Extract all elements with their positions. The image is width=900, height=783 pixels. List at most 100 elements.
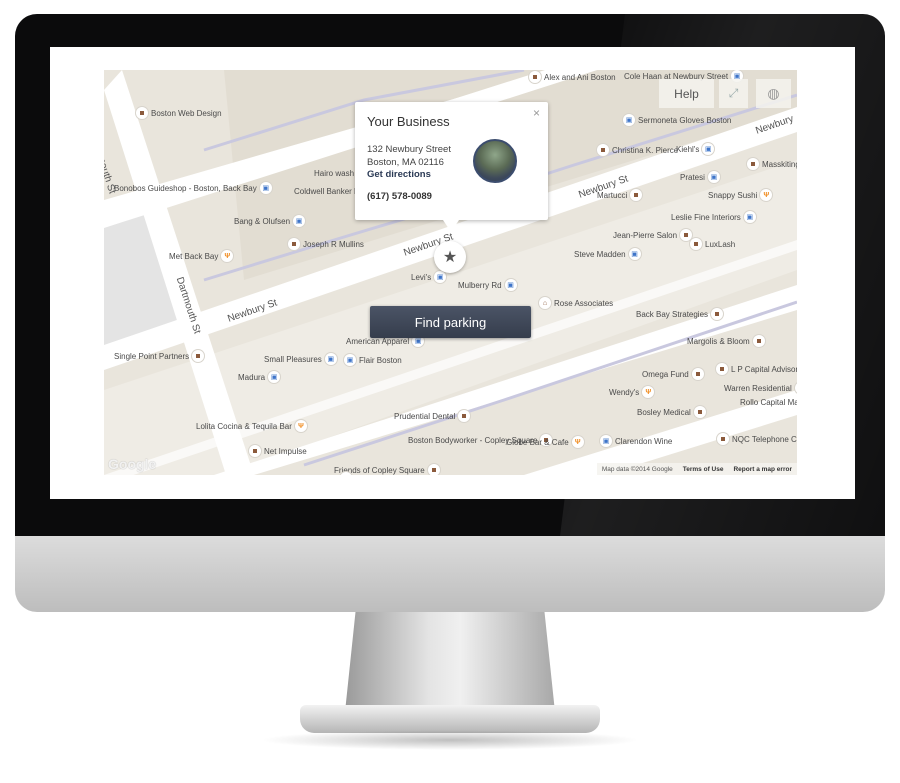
poi-generic[interactable]: Prudential Dental — [394, 410, 471, 422]
help-button[interactable]: Help — [659, 79, 714, 108]
generic-pin-icon — [711, 308, 724, 320]
poi-label: Snappy Sushi — [708, 190, 758, 200]
poi-generic[interactable]: Single Point Partners — [114, 350, 205, 362]
poi-label: Met Back Bay — [169, 251, 219, 261]
poi-generic[interactable]: L P Capital Advisors — [716, 363, 797, 375]
poi-shop[interactable]: ▣ Leslie Fine Interiors — [671, 211, 756, 223]
poi-shop[interactable]: ▣ Steve Madden — [574, 248, 641, 260]
shop-pin-icon: ▣ — [702, 143, 715, 155]
poi-label: Sermoneta Gloves Boston — [638, 115, 732, 125]
poi-label: Prudential Dental — [394, 411, 456, 421]
poi-shop[interactable]: ▣ Small Pleasures — [264, 353, 337, 365]
map-view[interactable]: Dartmouth St Dartmouth St Newbury St New… — [104, 70, 797, 475]
poi-museum[interactable]: ⌂ Rose Associates — [539, 297, 613, 309]
poi-shop[interactable]: ▣ Clarendon Wine — [600, 435, 672, 447]
poi-food[interactable]: Ψ Wendy's — [609, 386, 655, 398]
shop-pin-icon: ▣ — [628, 248, 641, 260]
food-pin-icon: Ψ — [221, 250, 234, 262]
poi-shop[interactable]: ▣ Sermoneta Gloves Boston — [623, 114, 731, 126]
poi-label: Net Impulse — [264, 446, 307, 456]
poi-generic[interactable]: Masskiting — [747, 158, 797, 170]
business-marker-star-icon[interactable]: ★ — [434, 241, 466, 273]
poi-generic[interactable]: Alex and Ani Boston — [529, 71, 616, 83]
terms-of-use-link[interactable]: Terms of Use — [683, 466, 724, 473]
poi-label: Bosley Medical — [637, 407, 691, 417]
poi-generic[interactable]: Margolis & Bloom — [687, 335, 765, 347]
report-map-error-link[interactable]: Report a map error — [733, 466, 792, 473]
poi-generic[interactable]: Christina K. Pierce — [597, 144, 678, 156]
info-window: Your Business × 132 Newbury Street Bosto… — [355, 102, 548, 232]
poi-shop[interactable]: ▣ Levi's — [411, 271, 447, 283]
poi-label: Lolita Cocina & Tequila Bar — [196, 421, 292, 431]
find-parking-button[interactable]: Find parking — [370, 306, 531, 338]
poi-shop[interactable]: ▣ Pratesi — [680, 171, 720, 183]
close-icon[interactable]: × — [533, 106, 540, 120]
generic-pin-icon — [597, 144, 609, 156]
poi-label: L P Capital Advisors — [731, 364, 797, 374]
poi-shop[interactable]: ▣ Kiehl's — [676, 143, 715, 155]
poi-generic[interactable]: Aurum Internet — [284, 472, 352, 475]
poi-label: Bang & Olufsen — [234, 216, 291, 226]
poi-generic[interactable]: Boston Web Design — [136, 107, 222, 119]
poi-generic[interactable]: Warren Residential — [724, 382, 797, 394]
generic-pin-icon — [693, 406, 706, 418]
globe-icon[interactable]: ◍ — [756, 79, 791, 108]
poi-shop[interactable]: ▣ Madura — [238, 371, 281, 383]
address-line-2: Boston, MA 02116 — [367, 157, 444, 168]
poi-label: LuxLash — [705, 239, 736, 249]
poi-label: Kiehl's — [676, 144, 700, 154]
poi-generic[interactable]: Jean-Pierre Salon — [613, 229, 693, 241]
poi-generic[interactable]: Omega Fund — [642, 368, 704, 380]
poi-label: Single Point Partners — [114, 351, 190, 361]
poi-label: Pratesi — [680, 172, 705, 182]
shop-pin-icon: ▣ — [707, 171, 720, 183]
google-logo: Google — [108, 456, 157, 472]
poi-generic[interactable]: Back Bay Strategies — [636, 308, 724, 320]
address-line-1: 132 Newbury Street — [367, 144, 451, 155]
generic-pin-icon — [249, 445, 261, 457]
poi-shop[interactable]: ▣ Bang & Olufsen — [234, 215, 306, 227]
poi-label: Alex and Ani Boston — [544, 72, 616, 82]
poi-label: NQC Telephone Center — [732, 434, 797, 444]
poi-generic[interactable]: Bosley Medical — [637, 406, 706, 418]
shop-pin-icon: ▣ — [743, 211, 756, 223]
generic-pin-icon — [716, 363, 728, 375]
get-directions-link[interactable]: Get directions — [367, 169, 431, 180]
poi-label: Bonobos Guideshop - Boston, Back Bay — [114, 183, 257, 193]
food-pin-icon: Ψ — [294, 420, 307, 432]
stand-shadow — [260, 730, 640, 750]
poi-shop[interactable]: ▣ Bonobos Guideshop - Boston, Back Bay — [114, 182, 272, 194]
shop-pin-icon: ▣ — [623, 114, 635, 126]
poi-label: Joseph R Mullins — [303, 239, 364, 249]
generic-pin-icon — [529, 71, 541, 83]
fullscreen-icon[interactable]: ⤢ — [719, 79, 748, 108]
poi-generic[interactable]: Rollo Capital Management — [740, 396, 797, 408]
business-name: Your Business — [367, 114, 450, 129]
generic-pin-icon — [136, 107, 148, 119]
monitor-base — [300, 705, 600, 733]
poi-label: Mulberry Rd — [458, 280, 502, 290]
poi-label: Flair Boston — [359, 355, 402, 365]
poi-shop[interactable]: ▣ Mulberry Rd — [458, 279, 517, 291]
poi-generic[interactable]: Martucci — [597, 189, 643, 201]
poi-label: Wendy's — [609, 387, 640, 397]
poi-label: Margolis & Bloom — [687, 336, 750, 346]
generic-pin-icon — [690, 238, 702, 250]
poi-label: Jean-Pierre Salon — [613, 230, 678, 240]
poi-shop[interactable]: ▣ Flair Boston — [344, 354, 402, 366]
poi-food[interactable]: Ψ Globe Bar & Cafe — [506, 436, 584, 448]
poi-generic[interactable]: NQC Telephone Center — [717, 433, 797, 445]
poi-label: Small Pleasures — [264, 354, 322, 364]
poi-label: Levi's — [411, 272, 432, 282]
poi-food[interactable]: Ψ Snappy Sushi — [708, 189, 773, 201]
poi-generic[interactable]: Joseph R Mullins — [288, 238, 364, 250]
poi-label: Globe Bar & Cafe — [506, 437, 569, 447]
poi-food[interactable]: Ψ Met Back Bay — [169, 250, 234, 262]
poi-food[interactable]: Ψ Lolita Cocina & Tequila Bar — [196, 420, 307, 432]
generic-pin-icon — [192, 350, 205, 362]
shop-pin-icon: ▣ — [268, 371, 281, 383]
generic-pin-icon — [717, 433, 729, 445]
poi-generic[interactable]: Net Impulse — [249, 445, 307, 457]
poi-generic[interactable]: LuxLash — [690, 238, 735, 250]
map-data-attribution: Map data ©2014 Google — [601, 465, 673, 473]
